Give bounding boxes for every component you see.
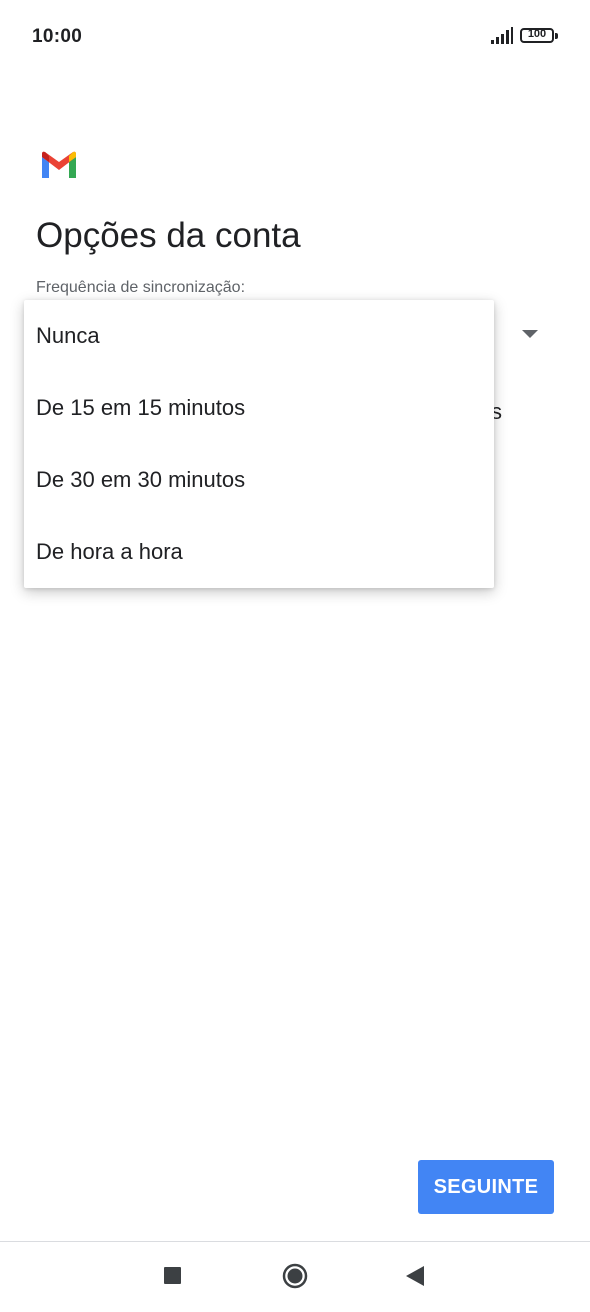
next-button[interactable]: SEGUINTE xyxy=(418,1160,554,1214)
square-recents-icon[interactable] xyxy=(164,1267,181,1284)
gmail-logo-icon xyxy=(42,151,76,178)
status-bar: 10:00 100 xyxy=(0,0,590,72)
circle-home-icon[interactable] xyxy=(282,1263,308,1289)
menu-item-hourly[interactable]: De hora a hora xyxy=(24,516,494,588)
menu-item-never[interactable]: Nunca xyxy=(24,300,494,372)
triangle-back-icon[interactable] xyxy=(406,1266,424,1286)
sync-frequency-dropdown-menu: Nunca De 15 em 15 minutos De 30 em 30 mi… xyxy=(24,300,494,588)
status-time: 10:00 xyxy=(32,26,83,47)
page-title: Opções da conta xyxy=(36,216,301,255)
signal-bars-icon xyxy=(491,27,513,44)
menu-item-30-minutes[interactable]: De 30 em 30 minutos xyxy=(24,444,494,516)
menu-item-15-minutes[interactable]: De 15 em 15 minutos xyxy=(24,372,494,444)
sync-frequency-label: Frequência de sincronização: xyxy=(36,279,246,296)
battery-level: 100 xyxy=(527,28,547,40)
dropdown-arrow-icon[interactable] xyxy=(522,330,538,338)
battery-icon: 100 xyxy=(520,27,560,45)
system-nav-bar xyxy=(0,1242,590,1312)
